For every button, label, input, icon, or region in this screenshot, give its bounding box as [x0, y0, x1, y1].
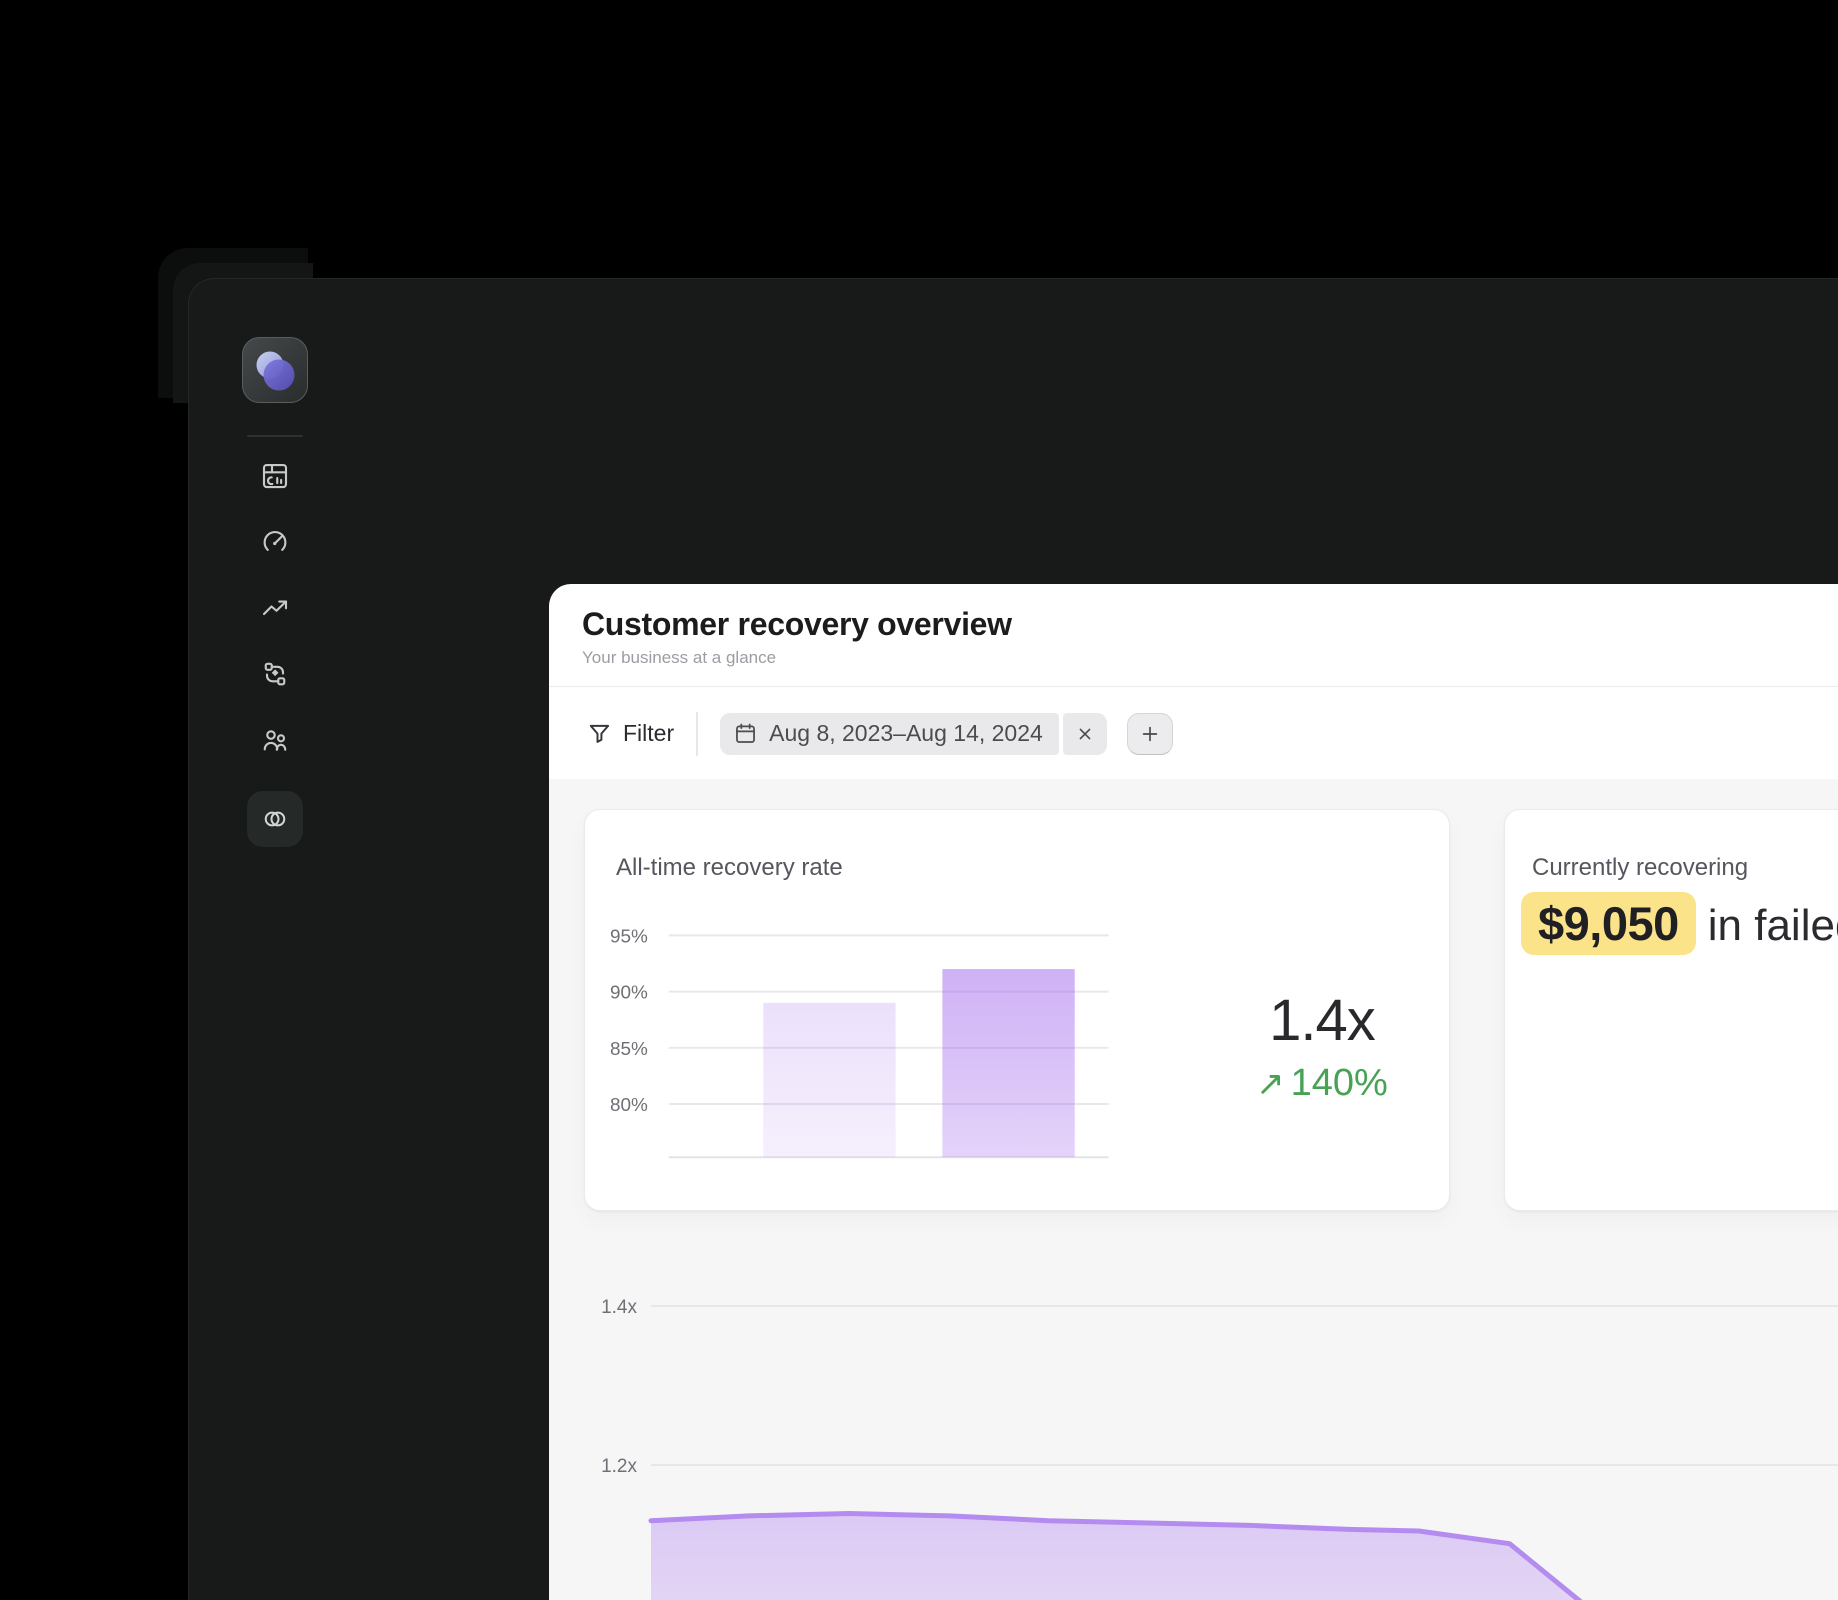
calendar-icon: [733, 721, 758, 746]
overlapping-circles-icon: [260, 804, 290, 834]
filter-toolbar: Filter Aug 8, 2023–Aug 14, 2024: [549, 686, 1838, 780]
sidebar-item-recovery[interactable]: [247, 791, 303, 847]
sidebar-item-dashboard[interactable]: [260, 461, 290, 491]
app-window: Customer recovery overview Your business…: [188, 278, 1838, 1600]
svg-text:1.2x: 1.2x: [601, 1456, 637, 1477]
gauge-icon: [260, 527, 290, 557]
sidebar-item-customers[interactable]: [260, 725, 290, 755]
trend-up-arrow-icon: ↗: [1256, 1065, 1285, 1103]
svg-text:80%: 80%: [610, 1095, 648, 1116]
filter-button-label: Filter: [623, 720, 674, 747]
recovering-amount-suffix: in failed payments: [1708, 901, 1838, 950]
date-range-chip-body[interactable]: Aug 8, 2023–Aug 14, 2024: [720, 713, 1059, 755]
dashboard-icon: [260, 461, 290, 491]
close-icon: [1074, 723, 1096, 745]
date-range-label: Aug 8, 2023–Aug 14, 2024: [769, 720, 1043, 747]
recovering-amount-line: $9,050in failed payments: [1521, 892, 1838, 955]
dashboard-content: 1.4x1.2x1xAug 12Aug 14Aug 16Aug 20Aug 22…: [549, 779, 1838, 1600]
recovery-rate-card: All-time recovery rate 95% 90% 85% 80% 1.4x…: [584, 809, 1450, 1211]
page-title: Customer recovery overview: [582, 606, 1838, 643]
currently-recovering-card: Currently recovering $9,050in failed pay…: [1504, 809, 1838, 1211]
currently-recovering-card-title: Currently recovering: [1532, 854, 1748, 882]
page-subtitle: Your business at a glance: [582, 648, 1838, 668]
sidebar: [189, 279, 361, 1600]
funnel-icon: [587, 721, 613, 747]
remove-date-filter-button[interactable]: [1063, 713, 1107, 755]
main-panel: Customer recovery overview Your business…: [549, 584, 1838, 1600]
plus-icon: [1139, 723, 1161, 745]
app-logo-icon: [242, 337, 308, 403]
sidebar-item-trends[interactable]: [260, 593, 290, 623]
trending-up-icon: [260, 593, 290, 623]
users-icon: [260, 725, 290, 755]
page-header: Customer recovery overview Your business…: [549, 584, 1838, 686]
svg-text:1.4x: 1.4x: [601, 1297, 637, 1318]
stat-change: ↗140%: [1197, 1062, 1447, 1105]
workflow-icon: [260, 659, 290, 689]
sidebar-divider: [247, 435, 303, 437]
recovering-amount-badge: $9,050: [1521, 892, 1696, 955]
sidebar-nav: [247, 461, 303, 847]
recovery-rate-stat: 1.4x ↗140%: [1197, 992, 1447, 1105]
sidebar-item-workflows[interactable]: [260, 659, 290, 689]
toolbar-divider: [696, 712, 698, 756]
svg-text:85%: 85%: [610, 1039, 648, 1060]
add-filter-button[interactable]: [1127, 713, 1173, 755]
filter-button[interactable]: Filter: [587, 720, 674, 747]
app-logo[interactable]: [242, 337, 308, 403]
svg-text:90%: 90%: [610, 983, 648, 1004]
sidebar-item-gauge[interactable]: [260, 527, 290, 557]
svg-text:95%: 95%: [610, 926, 648, 947]
recovery-rate-card-title: All-time recovery rate: [616, 854, 843, 882]
date-range-chip[interactable]: Aug 8, 2023–Aug 14, 2024: [720, 713, 1107, 755]
stat-value: 1.4x: [1197, 992, 1447, 1050]
stat-change-value: 140%: [1291, 1062, 1388, 1104]
